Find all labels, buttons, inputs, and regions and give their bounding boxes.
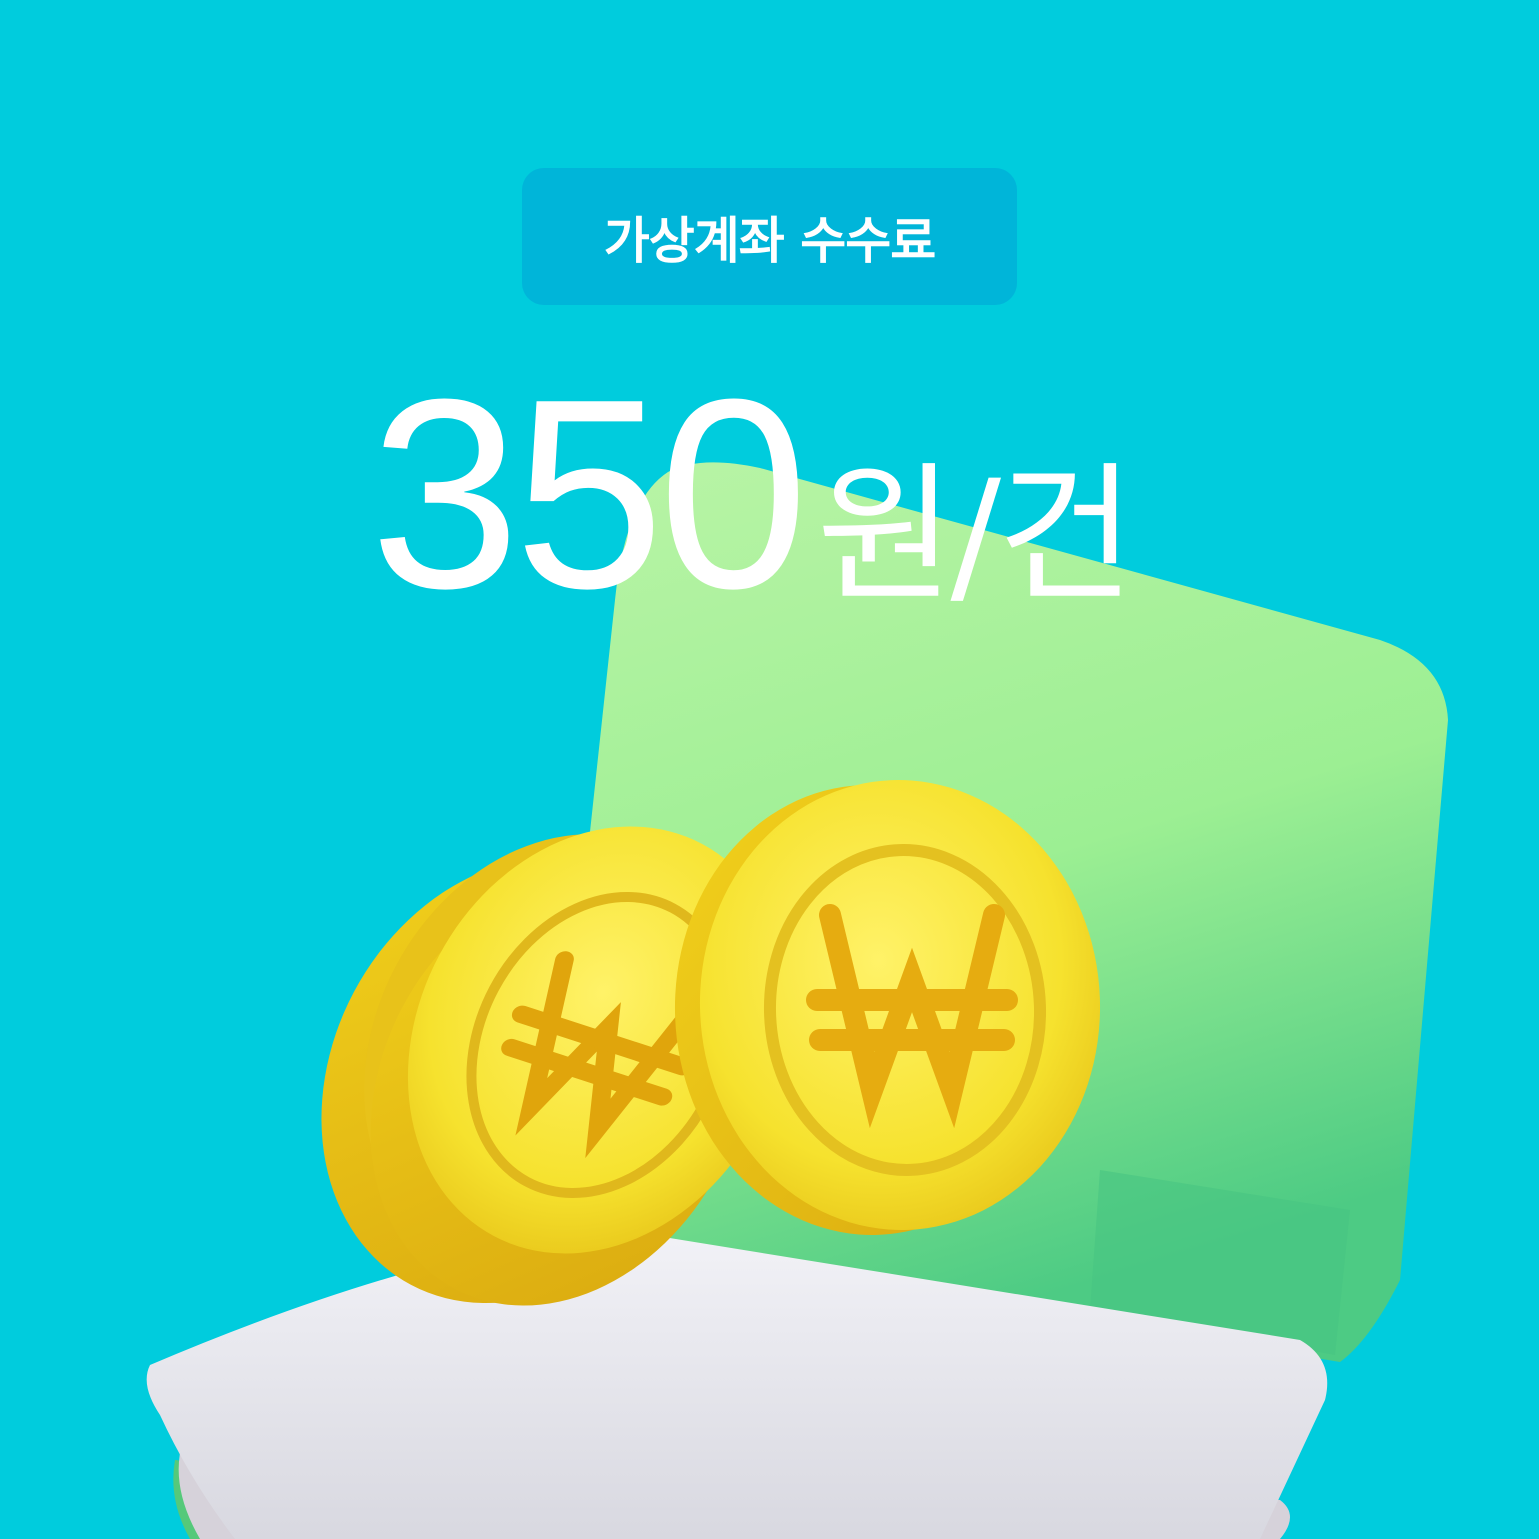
bankbook-coins-illustration [146,462,1448,1539]
fee-price: 350원/건 [370,360,1135,631]
fee-unit: 원/건 [816,449,1135,623]
fee-amount: 350 [370,344,808,645]
